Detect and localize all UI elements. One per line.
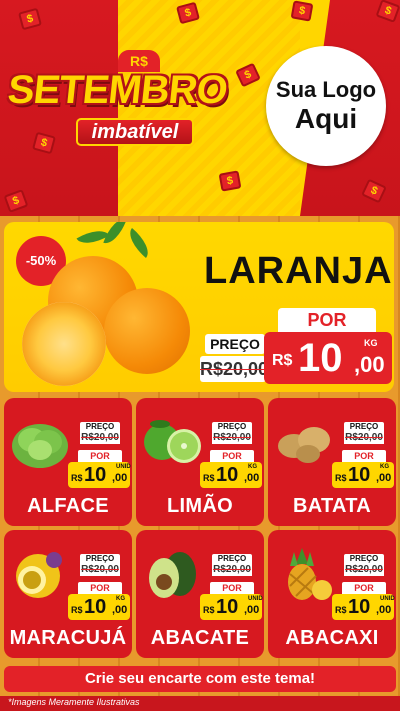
product-card[interactable]: PREÇO R$20,00 POR R$ 10 ,00 UNID ABACATE [136,530,264,658]
product-card[interactable]: PREÇO R$20,00 POR R$ 10 ,00 KG LIMÃO [136,398,264,526]
product-card[interactable]: PREÇO R$20,00 POR R$ 10 ,00 UNID ABACAXI [268,530,396,658]
shopping-bag-icon: $ [290,0,314,22]
price-tag: R$ 10 ,00 UNID [200,594,263,620]
hero-old-price-label: PREÇO [205,334,265,354]
price-unit: UNID [248,596,263,602]
price-tag: R$ 10 ,00 KG [332,462,394,488]
lime-icon [140,414,204,470]
price-tag: R$ 10 ,00 UNID [332,594,395,620]
create-flyer-button[interactable]: Crie seu encarte com este tema! [4,666,396,692]
orange-icon [104,288,190,374]
old-price-label: PREÇO [344,554,384,564]
shopping-bag-icon: $ [18,7,42,31]
leaf-icon [123,227,155,259]
old-price: R$20,00 [80,564,120,576]
price-tag: R$ 10 ,00 UNID [68,462,131,488]
old-price-label: PREÇO [344,422,384,432]
logo-placeholder-line1: Sua Logo [275,77,377,102]
old-price-label: PREÇO [80,422,120,432]
price-unit: UNID [116,464,131,470]
price-currency: R$ [203,473,215,483]
price-decimal: ,00 [376,472,392,484]
leaf-icon [103,222,127,248]
product-name: LIMÃO [167,495,233,517]
campaign-title: SETEMBRO [5,68,230,112]
shopping-bag-icon: $ [3,189,29,213]
new-price-label: POR [342,582,386,594]
campaign-subtitle: imbatível [76,118,194,146]
price-unit: UNID [380,596,395,602]
shopping-bag-icon: $ [32,131,56,155]
hero-price-integer: 10 [298,336,343,380]
product-name: BATATA [292,495,372,517]
old-price-label: PREÇO [80,554,120,564]
hero-price-decimal: ,00 [354,352,385,377]
price-currency: R$ [71,605,83,615]
price-unit: KG [380,464,389,470]
price-integer: 10 [348,596,371,618]
hero-price-tag: R$ 10 ,00 KG [264,332,392,384]
new-price-label: POR [78,582,122,594]
price-currency: R$ [71,473,83,483]
shopping-bag-icon: $ [361,178,387,204]
hero-old-price: R$20,00 [200,356,268,382]
new-price-label: POR [210,582,254,594]
price-currency: R$ [335,605,347,615]
shopping-bag-icon: $ [218,170,242,192]
old-price: R$20,00 [212,432,252,444]
old-price-label: PREÇO [212,422,252,432]
price-integer: 10 [216,464,239,486]
product-card[interactable]: PREÇO R$20,00 POR R$ 10 ,00 KG MARACUJÁ [4,530,132,658]
old-price-label: PREÇO [212,554,252,564]
price-decimal: ,00 [112,604,128,616]
old-price: R$20,00 [344,564,384,576]
new-price-label: POR [342,450,386,462]
old-price: R$20,00 [344,432,384,444]
price-integer: 10 [84,464,107,486]
logo-placeholder-line2: Aqui [294,103,358,134]
disclaimer-note: *Imagens Meramente Ilustrativas [8,697,140,707]
old-price: R$20,00 [212,564,252,576]
price-decimal: ,00 [376,604,392,616]
price-unit: KG [248,464,257,470]
product-name: ABACAXI [285,627,379,649]
price-integer: 10 [216,596,239,618]
passion-fruit-icon [8,546,72,602]
hero-price-unit: KG [364,338,378,348]
price-currency: R$ [335,473,347,483]
price-integer: 10 [348,464,371,486]
header-banner: $ $ $ $ $ $ $ $ $ R$ SETEMBRO imbatível … [0,0,400,216]
shopping-bag-icon: $ [375,0,400,23]
price-decimal: ,00 [244,604,260,616]
price-decimal: ,00 [244,472,260,484]
hero-price-currency: R$ [272,352,293,369]
product-card[interactable]: PREÇO R$20,00 POR R$ 10 ,00 UNID ALFACE [4,398,132,526]
price-unit: KG [116,596,125,602]
old-price: R$20,00 [80,432,120,444]
lettuce-icon [8,414,72,470]
price-currency: R$ [203,605,215,615]
product-name: MARACUJÁ [9,627,127,649]
orange-slice-icon [22,302,106,386]
logo-placeholder[interactable]: Sua Logo Aqui [266,46,386,166]
new-price-label: POR [210,450,254,462]
potato-icon [272,414,336,470]
product-card[interactable]: PREÇO R$20,00 POR R$ 10 ,00 KG BATATA [268,398,396,526]
price-tag: R$ 10 ,00 KG [200,462,262,488]
pineapple-icon [272,546,336,602]
price-decimal: ,00 [112,472,128,484]
price-integer: 10 [84,596,107,618]
product-name: ABACATE [150,627,250,649]
hero-new-price-label: POR [278,308,376,332]
avocado-icon [140,546,204,602]
product-name: ALFACE [27,495,109,517]
new-price-label: POR [78,450,122,462]
price-tag: R$ 10 ,00 KG [68,594,130,620]
hero-product-name: LARANJA [204,250,393,292]
